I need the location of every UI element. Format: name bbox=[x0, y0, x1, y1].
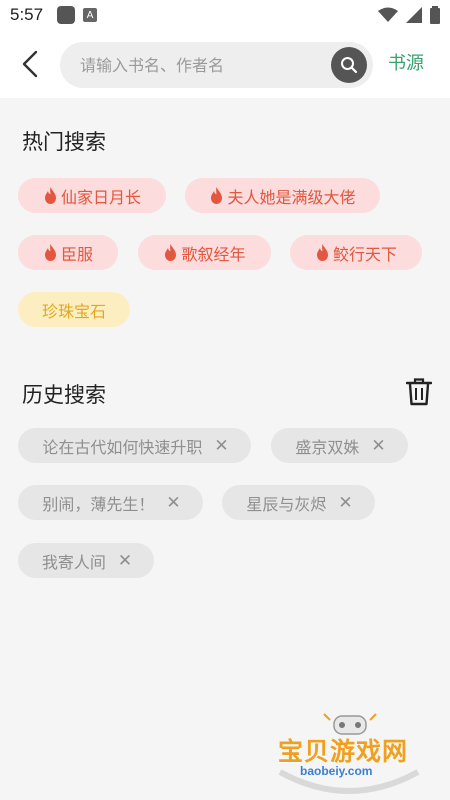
hot-search-chip[interactable]: 仙家日月长 bbox=[18, 178, 166, 213]
hot-search-chip[interactable]: 歌叙经年 bbox=[138, 235, 271, 270]
hot-search-label: 鲛行天下 bbox=[332, 244, 397, 264]
back-button[interactable] bbox=[0, 30, 60, 98]
chevron-left-icon bbox=[22, 50, 38, 78]
signal-icon bbox=[406, 7, 422, 23]
hot-search-label: 歌叙经年 bbox=[181, 244, 246, 264]
search-button[interactable] bbox=[331, 47, 367, 83]
history-label: 星辰与灰烬 bbox=[246, 494, 327, 514]
history-chip[interactable]: 论在古代如何快速升职 ✕ bbox=[18, 428, 251, 463]
close-icon[interactable]: ✕ bbox=[166, 493, 180, 513]
history-label: 盛京双姝 bbox=[295, 437, 360, 457]
history-label: 论在古代如何快速升职 bbox=[42, 437, 203, 457]
hot-search-label: 臣服 bbox=[60, 244, 93, 264]
close-icon[interactable]: ✕ bbox=[338, 493, 352, 513]
history-search-title: 历史搜索 bbox=[22, 383, 106, 407]
hot-search-label: 仙家日月长 bbox=[60, 187, 141, 207]
hot-search-label: 夫人她是满级大佬 bbox=[227, 187, 356, 207]
history-chip[interactable]: 星辰与灰烬 ✕ bbox=[222, 485, 375, 520]
fire-icon bbox=[165, 243, 177, 261]
hot-search-title: 热门搜索 bbox=[22, 130, 106, 154]
status-bar: 5:57 A bbox=[0, 0, 450, 30]
close-icon[interactable]: ✕ bbox=[371, 436, 385, 456]
notification-icon bbox=[57, 6, 76, 24]
search-header: 书源 bbox=[0, 30, 450, 98]
watermark-text: 宝贝游戏网 bbox=[278, 737, 409, 766]
status-time: 5:57 bbox=[10, 5, 44, 24]
wifi-icon bbox=[378, 7, 398, 22]
search-box bbox=[60, 42, 373, 88]
history-chip[interactable]: 盛京双姝 ✕ bbox=[271, 428, 408, 463]
fire-icon bbox=[316, 243, 328, 261]
app-notification-icon: A bbox=[83, 8, 98, 22]
history-label: 我寄人间 bbox=[41, 552, 106, 572]
history-chip[interactable]: 我寄人间 ✕ bbox=[18, 543, 154, 578]
watermark-url: baobeiy.com bbox=[300, 764, 373, 778]
search-icon bbox=[341, 57, 358, 74]
hot-search-chip[interactable]: 鲛行天下 bbox=[290, 235, 422, 270]
book-source-button[interactable]: 书源 bbox=[388, 30, 424, 98]
history-chip[interactable]: 别闹，薄先生！ ✕ bbox=[18, 485, 203, 520]
hot-search-chip[interactable]: 珍珠宝石 bbox=[18, 292, 130, 327]
search-input[interactable] bbox=[80, 42, 330, 88]
history-label: 别闹，薄先生！ bbox=[42, 494, 155, 514]
fire-icon bbox=[44, 243, 56, 261]
hot-search-label: 珍珠宝石 bbox=[41, 301, 106, 321]
close-icon[interactable]: ✕ bbox=[118, 551, 132, 571]
trash-icon[interactable] bbox=[406, 378, 432, 406]
close-icon[interactable]: ✕ bbox=[214, 436, 228, 456]
battery-icon bbox=[430, 6, 440, 24]
hot-search-chip[interactable]: 夫人她是满级大佬 bbox=[185, 178, 380, 213]
fire-icon bbox=[211, 186, 223, 204]
fire-icon bbox=[44, 186, 56, 204]
hot-search-chip[interactable]: 臣服 bbox=[18, 235, 118, 270]
